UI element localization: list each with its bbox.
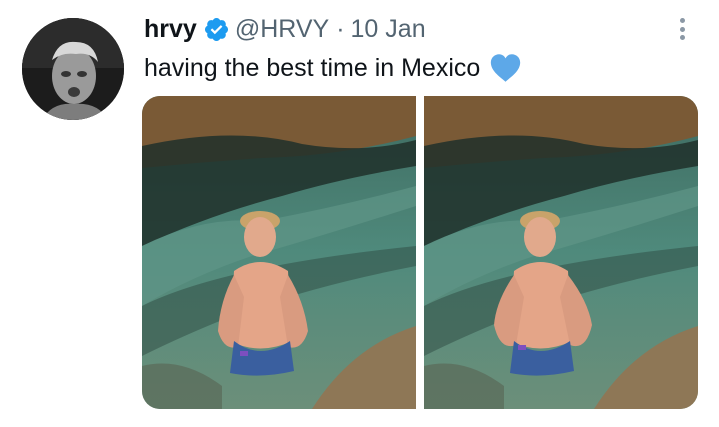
- tweet-photo-1[interactable]: [142, 96, 416, 409]
- media-grid: [142, 96, 698, 409]
- avatar-image: [22, 18, 124, 120]
- tweet-header: hrvy @HRVY · 10 Jan: [144, 14, 426, 44]
- more-dot: [679, 35, 685, 40]
- tweet-date[interactable]: 10 Jan: [351, 14, 426, 44]
- verified-badge-icon: [204, 17, 228, 41]
- more-options-icon[interactable]: [672, 16, 692, 42]
- author-handle[interactable]: @HRVY: [235, 14, 329, 44]
- more-dot: [679, 26, 685, 32]
- cave-pool-photo: [142, 96, 416, 409]
- tweet-text-content: having the best time in Mexico: [144, 54, 481, 82]
- blue-heart-icon: [491, 54, 521, 82]
- tweet-photo-2[interactable]: [424, 96, 698, 409]
- cave-pool-photo: [424, 96, 698, 409]
- tweet-text: having the best time in Mexico: [144, 53, 522, 83]
- more-dot: [679, 18, 685, 23]
- author-name[interactable]: hrvy: [144, 14, 197, 44]
- avatar[interactable]: [22, 18, 124, 120]
- header-separator: ·: [336, 15, 345, 43]
